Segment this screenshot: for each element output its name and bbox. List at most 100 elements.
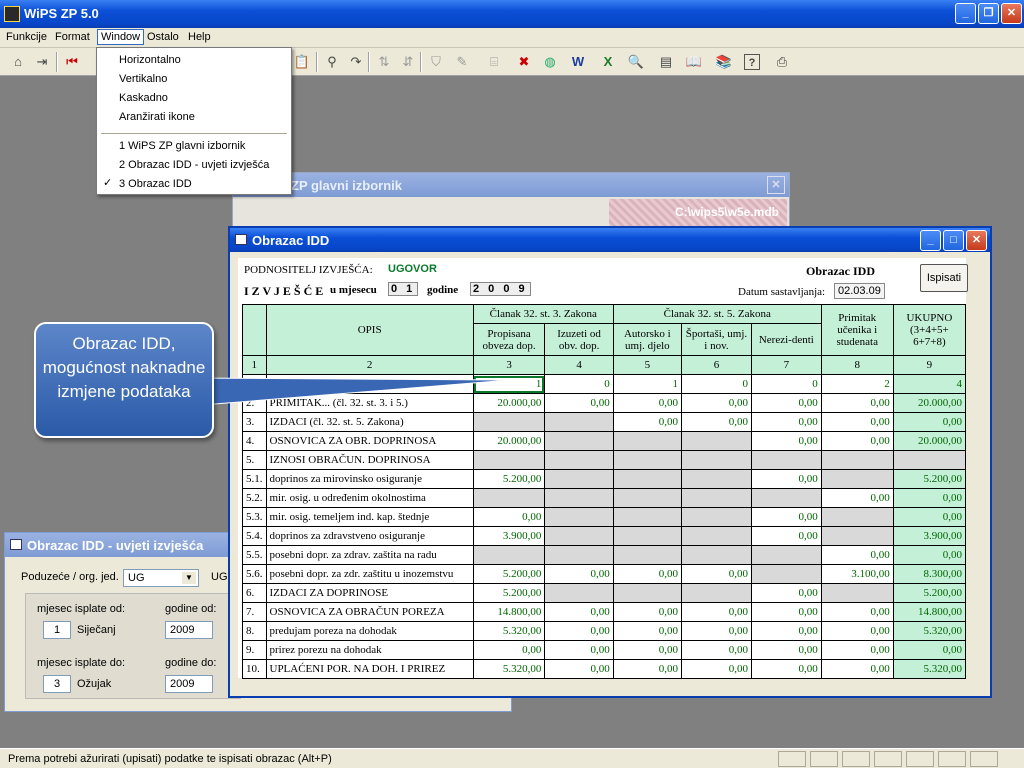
glavni-close-icon[interactable]: ✕: [767, 176, 785, 194]
table-cell[interactable]: 3.100,00: [820, 564, 894, 584]
table-cell[interactable]: 5.320,00: [472, 621, 546, 641]
table-cell[interactable]: 0,00: [892, 545, 967, 565]
table-cell[interactable]: 14.800,00: [892, 602, 967, 622]
menu-item-horizontalno[interactable]: Horizontalno: [119, 54, 181, 66]
table-cell[interactable]: 4: [892, 374, 967, 394]
menu-item-window-1[interactable]: 1 WiPS ZP glavni izbornik: [119, 140, 245, 152]
remove-filter-icon[interactable]: ⌸: [484, 52, 504, 72]
mjesec-value[interactable]: 0 1: [388, 282, 419, 296]
table-cell[interactable]: 0,00: [892, 412, 967, 432]
table-cell[interactable]: 5.320,00: [892, 659, 967, 679]
table-cell[interactable]: 5.200,00: [472, 564, 546, 584]
table-cell[interactable]: 0,00: [680, 659, 752, 679]
table-cell[interactable]: 0,00: [892, 507, 967, 527]
table-cell[interactable]: 0,00: [820, 488, 894, 508]
menu-funkcije[interactable]: Funkcije: [6, 31, 47, 43]
table-cell[interactable]: 0,00: [820, 621, 894, 641]
close-button[interactable]: ✕: [1001, 3, 1022, 24]
table-cell[interactable]: 0,00: [820, 431, 894, 451]
table-cell[interactable]: 0,00: [612, 564, 682, 584]
print-preview-icon[interactable]: ▤: [656, 52, 676, 72]
menu-item-window-2[interactable]: 2 Obrazac IDD - uvjeti izvješća: [119, 159, 269, 171]
table-cell[interactable]: 5.200,00: [892, 583, 967, 603]
table-cell[interactable]: 0,00: [612, 602, 682, 622]
table-cell[interactable]: 0,00: [612, 659, 682, 679]
book-icon[interactable]: 📖: [684, 52, 704, 72]
chevron-down-icon[interactable]: ▼: [182, 572, 196, 584]
table-cell[interactable]: 5.320,00: [472, 659, 546, 679]
menu-help[interactable]: Help: [188, 31, 211, 43]
help-icon[interactable]: ?: [744, 54, 760, 70]
table-cell[interactable]: 0: [544, 374, 614, 394]
web-icon[interactable]: ◍: [540, 52, 560, 72]
table-cell[interactable]: 0,00: [750, 659, 822, 679]
table-cell[interactable]: 0,00: [820, 393, 894, 413]
table-cell[interactable]: 0,00: [750, 640, 822, 660]
poduzece-select[interactable]: UG ▼: [123, 569, 199, 587]
table-cell[interactable]: 0,00: [820, 412, 894, 432]
menu-item-vertikalno[interactable]: Vertikalno: [119, 73, 167, 85]
find-next-icon[interactable]: ↷: [346, 52, 366, 72]
table-cell[interactable]: 0,00: [820, 640, 894, 660]
table-cell[interactable]: 14.800,00: [472, 602, 546, 622]
table-cell[interactable]: 0,00: [544, 393, 614, 413]
restore-button[interactable]: ❐: [978, 3, 999, 24]
table-cell[interactable]: 8.300,00: [892, 564, 967, 584]
menu-item-kaskadno[interactable]: Kaskadno: [119, 92, 168, 104]
menu-item-aranzirati[interactable]: Aranžirati ikone: [119, 111, 195, 123]
print-icon[interactable]: ⎙: [772, 52, 792, 72]
find-icon[interactable]: ⚲: [322, 52, 342, 72]
sort-desc-icon[interactable]: ⇵: [398, 52, 418, 72]
table-cell[interactable]: 0,00: [750, 431, 822, 451]
idd-minimize-button[interactable]: _: [920, 230, 941, 251]
filter-icon[interactable]: ⛉: [426, 52, 446, 72]
word-icon[interactable]: W: [568, 52, 588, 72]
table-cell[interactable]: 0,00: [680, 412, 752, 432]
godina-value[interactable]: 2 0 0 9: [470, 282, 531, 296]
table-cell[interactable]: 0,00: [820, 545, 894, 565]
godine-do-input[interactable]: 2009: [165, 675, 213, 693]
table-cell[interactable]: 5.320,00: [892, 621, 967, 641]
table-cell[interactable]: 3.900,00: [892, 526, 967, 546]
table-cell[interactable]: 20.000,00: [472, 431, 546, 451]
table-cell[interactable]: 0,00: [750, 469, 822, 489]
ispisati-button[interactable]: Ispisati: [920, 264, 968, 292]
menu-format[interactable]: Format: [55, 31, 90, 43]
home-icon[interactable]: ⌂: [8, 52, 28, 72]
mjesec-do-input[interactable]: 3: [43, 675, 71, 693]
idd-maximize-button[interactable]: □: [943, 230, 964, 251]
table-cell[interactable]: 0,00: [750, 507, 822, 527]
menu-ostalo[interactable]: Ostalo: [147, 31, 179, 43]
menu-item-window-3[interactable]: 3 Obrazac IDD: [119, 178, 192, 190]
table-cell[interactable]: 0: [750, 374, 822, 394]
table-cell[interactable]: 0,00: [680, 602, 752, 622]
table-cell[interactable]: 0,00: [750, 602, 822, 622]
table-cell[interactable]: 0,00: [750, 412, 822, 432]
table-cell[interactable]: 0,00: [680, 564, 752, 584]
table-cell[interactable]: 20.000,00: [892, 431, 967, 451]
edit-filter-icon[interactable]: ✎: [452, 52, 472, 72]
preview-icon[interactable]: 🔍: [626, 52, 646, 72]
minimize-button[interactable]: _: [955, 3, 976, 24]
sort-asc-icon[interactable]: ⇅: [374, 52, 394, 72]
exit-icon[interactable]: ⇥: [32, 52, 52, 72]
table-cell[interactable]: 0,00: [680, 640, 752, 660]
table-cell[interactable]: 0,00: [544, 564, 614, 584]
table-cell[interactable]: 0,00: [472, 507, 546, 527]
table-cell[interactable]: 0,00: [750, 583, 822, 603]
table-cell[interactable]: 0,00: [612, 393, 682, 413]
table-cell[interactable]: 0,00: [544, 640, 614, 660]
table-cell[interactable]: 0,00: [750, 526, 822, 546]
table-cell[interactable]: 20.000,00: [892, 393, 967, 413]
table-cell[interactable]: 0,00: [544, 659, 614, 679]
mjesec-od-input[interactable]: 1: [43, 621, 71, 639]
godine-od-input[interactable]: 2009: [165, 621, 213, 639]
table-cell[interactable]: 5.200,00: [472, 583, 546, 603]
obrazac-idd-window[interactable]: Obrazac IDD _ □ ✕ PODNOSITELJ IZVJEŠĆA: …: [228, 226, 992, 698]
paste-icon[interactable]: 📋: [292, 52, 312, 72]
table-cell[interactable]: 0,00: [892, 488, 967, 508]
table-cell[interactable]: 5.200,00: [472, 469, 546, 489]
table-cell[interactable]: 1: [612, 374, 682, 394]
table-cell[interactable]: 0,00: [820, 602, 894, 622]
first-record-icon[interactable]: ⏮: [62, 52, 82, 72]
